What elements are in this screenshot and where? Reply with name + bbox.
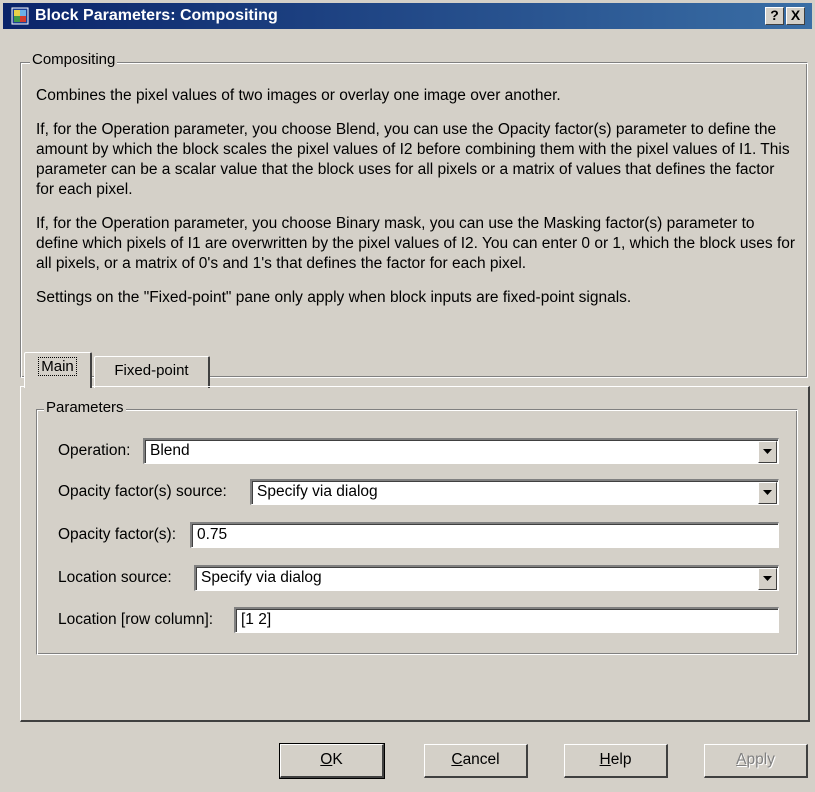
operation-label: Operation: bbox=[58, 442, 131, 459]
chevron-down-icon bbox=[763, 490, 772, 495]
description-paragraph: If, for the Operation parameter, you cho… bbox=[36, 215, 796, 272]
tab-main[interactable]: Main bbox=[24, 352, 92, 388]
opacity-source-select[interactable]: Specify via dialog bbox=[250, 479, 779, 505]
title-help-button[interactable]: ? bbox=[765, 7, 784, 25]
ok-mnemonic: O bbox=[320, 751, 333, 768]
location-label: Location [row column]: bbox=[58, 611, 214, 628]
cancel-mnemonic: C bbox=[451, 751, 463, 768]
opacity-source-dropdown-button[interactable] bbox=[758, 482, 777, 504]
opacity-source-label: Opacity factor(s) source: bbox=[58, 483, 227, 500]
opacity-source-value: Specify via dialog bbox=[257, 483, 378, 500]
ok-label-rest: K bbox=[332, 751, 343, 768]
opacity-factor-value: 0.75 bbox=[197, 526, 228, 543]
description-paragraph: Combines the pixel values of two images … bbox=[36, 87, 561, 104]
location-field[interactable]: [1 2] bbox=[234, 607, 779, 633]
location-value: [1 2] bbox=[241, 611, 272, 628]
opacity-factor-field[interactable]: 0.75 bbox=[190, 522, 779, 548]
tab-fixed-point-label: Fixed-point bbox=[114, 362, 189, 379]
chevron-down-icon bbox=[763, 449, 772, 454]
opacity-factor-label: Opacity factor(s): bbox=[58, 526, 176, 543]
cancel-label-rest: ancel bbox=[462, 751, 500, 768]
operation-select[interactable]: Blend bbox=[143, 438, 779, 464]
window-title: Block Parameters: Compositing bbox=[35, 7, 278, 24]
help-label-rest: elp bbox=[610, 751, 632, 768]
location-source-dropdown-button[interactable] bbox=[758, 568, 777, 590]
description-paragraph: Settings on the "Fixed-point" pane only … bbox=[36, 289, 632, 306]
help-mnemonic: H bbox=[599, 751, 611, 768]
parameters-group-label: Parameters bbox=[44, 399, 126, 416]
location-source-label: Location source: bbox=[58, 569, 172, 586]
ok-button[interactable]: OK bbox=[279, 743, 385, 779]
simulink-block-icon bbox=[11, 7, 29, 25]
help-button[interactable]: Help bbox=[564, 744, 668, 778]
description-paragraph: If, for the Operation parameter, you cho… bbox=[36, 121, 790, 198]
operation-dropdown-button[interactable] bbox=[758, 441, 777, 463]
title-bar[interactable]: Block Parameters: Compositing ? X bbox=[3, 3, 812, 29]
chevron-down-icon bbox=[763, 576, 772, 581]
operation-value: Blend bbox=[150, 442, 190, 459]
location-source-select[interactable]: Specify via dialog bbox=[194, 565, 779, 591]
cancel-button[interactable]: Cancel bbox=[424, 744, 528, 778]
title-close-button[interactable]: X bbox=[786, 7, 805, 25]
description-group-label: Compositing bbox=[30, 51, 118, 68]
apply-label-rest: pply bbox=[746, 751, 775, 768]
tab-fixed-point[interactable]: Fixed-point bbox=[94, 356, 210, 388]
apply-mnemonic: A bbox=[736, 751, 747, 768]
description-text: Combines the pixel values of two images … bbox=[36, 86, 796, 322]
tab-main-label: Main bbox=[38, 357, 77, 376]
apply-button[interactable]: Apply bbox=[704, 744, 808, 778]
dialog-window: Block Parameters: Compositing ? X Compos… bbox=[0, 0, 815, 792]
location-source-value: Specify via dialog bbox=[201, 569, 322, 586]
